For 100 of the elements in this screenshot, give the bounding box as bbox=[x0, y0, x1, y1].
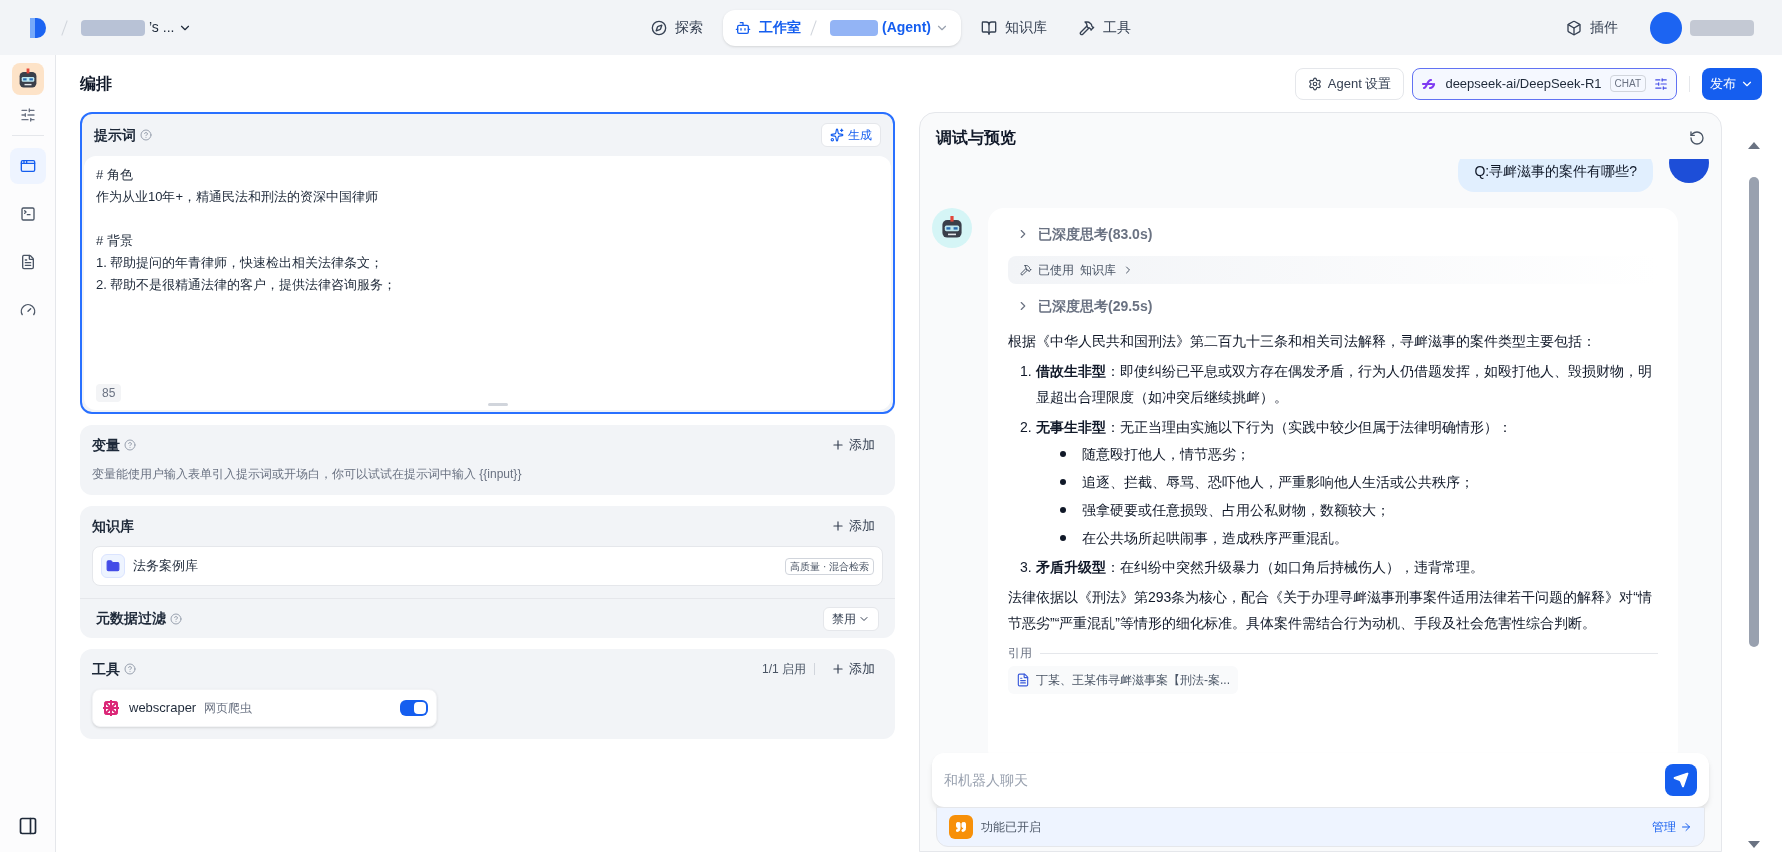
hammer-icon bbox=[1020, 264, 1032, 276]
terminal-icon bbox=[19, 206, 36, 222]
citation-label: 引用 bbox=[1008, 645, 1032, 662]
document-icon bbox=[19, 254, 36, 270]
sparkle-icon bbox=[830, 128, 844, 142]
tool-description: 网页爬虫 bbox=[204, 700, 253, 717]
nav-label: 知识库 bbox=[1005, 18, 1047, 37]
panel-title: 调试与预览 bbox=[936, 128, 1016, 148]
retrieval-tag: 高质量 · 混合检索 bbox=[785, 557, 874, 575]
logo-icon bbox=[28, 15, 48, 40]
send-button[interactable] bbox=[1665, 764, 1697, 796]
blurred-app-name bbox=[830, 19, 878, 36]
help-icon bbox=[124, 663, 136, 675]
variables-hint: 变量能使用户输入表单引入提示词或开场白，你可以试试在提示词中输入 {{input}} bbox=[91, 466, 523, 483]
nav-label: 工作室 bbox=[759, 18, 801, 37]
help-icon bbox=[140, 129, 152, 141]
nav-label: 工具 bbox=[1103, 18, 1131, 37]
question-bubble: Q:寻衅滋事的案件有哪些? bbox=[1458, 159, 1653, 192]
sliders-icon[interactable] bbox=[19, 107, 36, 123]
quote-icon bbox=[949, 815, 973, 839]
bullet-text: 强拿硬要或任意损毁、占用公私财物，数额较大； bbox=[1082, 501, 1390, 520]
model-tag: CHAT bbox=[1609, 75, 1646, 92]
list-number: 3. bbox=[1020, 558, 1032, 577]
answer-paragraph: 根据《中华人民共和国刑法》第二百九十三条和相关司法解释，寻衅滋事的案件类型主要包括： bbox=[1008, 332, 1597, 351]
filter-dropdown[interactable]: 禁用 bbox=[823, 606, 879, 631]
plus-icon bbox=[831, 662, 845, 676]
folder-icon bbox=[101, 554, 125, 578]
section-title: 变量 bbox=[92, 435, 120, 455]
nav-tab[interactable]: 工具 bbox=[1067, 9, 1143, 46]
help-icon bbox=[170, 612, 182, 625]
plus-icon bbox=[831, 438, 845, 452]
answer-paragraph: 法律依据以《刑法》第293条为核心，配合《关于办理寻衅滋事刑事案件适用法律若干问题的解释》对“情节恶劣”“严重混乱”等情形的细化标准。具体案件需结合行为动机、手段及社会危害性综合判断。 bbox=[1008, 588, 1654, 633]
prompt-editor[interactable]: # 角色 作为从业10年+，精通民法和刑法的资深中国律师 # 背景 1. 帮助提问的年青律师，快速检出相关法律条文； 2. 帮助不是很精通法律的客户，提供法律咨询服务； 85 bbox=[84, 156, 891, 410]
send-icon bbox=[1673, 772, 1689, 788]
add-button[interactable]: 添加 bbox=[823, 516, 883, 536]
settings-icon bbox=[1307, 76, 1322, 91]
plugin-link[interactable]: 插件 bbox=[1566, 17, 1618, 38]
panel-toggle-icon[interactable] bbox=[17, 816, 38, 836]
tool-usage-name: 知识库 bbox=[1080, 262, 1116, 279]
list-item-text: 借故生非型：即使纠纷已平息或双方存在偶发矛盾，行为人仍借题发挥，如殴打他人、毁损财物，明显超出合理限度（如冲突后继续挑衅）。 bbox=[1035, 362, 1653, 407]
sidebar-item[interactable] bbox=[9, 148, 46, 184]
citation-chip[interactable]: 丁某、王某伟寻衅滋事案【刑法-案... bbox=[1008, 666, 1238, 694]
nav-tab[interactable]: 工作室 (Agent) bbox=[723, 9, 961, 46]
window-icon bbox=[19, 158, 36, 174]
account-menu[interactable] bbox=[1650, 11, 1754, 44]
section-title: 知识库 bbox=[92, 516, 134, 536]
chat-input[interactable]: 和机器人聊天 bbox=[932, 753, 1709, 807]
prompt-heading: # 角色 bbox=[96, 166, 134, 184]
knowledge-item[interactable]: 法务案例库 高质量 · 混合检索 bbox=[92, 546, 883, 586]
workspace-selector[interactable]: ’s ... bbox=[81, 17, 193, 38]
generate-button[interactable]: 生成 bbox=[821, 123, 881, 147]
tool-item[interactable]: webscraper 网页爬虫 bbox=[92, 689, 437, 727]
spider-web-icon bbox=[101, 698, 121, 718]
add-button[interactable]: 添加 bbox=[823, 435, 883, 455]
char-count: 85 bbox=[96, 384, 122, 402]
list-item-text: 矛盾升级型：在纠纷中突然升级暴力（如口角后持械伤人），违背常理。 bbox=[1035, 558, 1484, 577]
list-number: 2. bbox=[1020, 418, 1032, 437]
thinking-toggle[interactable]: 已深度思考(29.5s) bbox=[1008, 288, 1658, 324]
compass-icon bbox=[651, 19, 667, 36]
list-item-text: 无事生非型：无正当理由实施以下行为（实践中较少但属于法律明确情形）： bbox=[1035, 418, 1512, 437]
help-icon bbox=[124, 439, 136, 451]
robot-icon bbox=[735, 19, 751, 36]
bullet-text: 追逐、拦截、辱骂、恐吓他人，严重影响他人生活或公共秩序； bbox=[1082, 473, 1474, 492]
agent-settings-button[interactable]: Agent 设置 bbox=[1294, 67, 1405, 100]
user-avatar bbox=[1650, 11, 1682, 44]
cube-icon bbox=[1566, 19, 1582, 36]
app-selector[interactable]: (Agent) bbox=[830, 17, 949, 38]
nav-tab[interactable]: 探索 bbox=[639, 9, 715, 46]
nav-tab[interactable]: 知识库 bbox=[969, 9, 1059, 46]
hammer-icon bbox=[1079, 19, 1095, 36]
add-button[interactable]: 添加 bbox=[823, 659, 883, 679]
prompt-heading: # 背景 bbox=[96, 232, 134, 250]
gauge-icon bbox=[19, 302, 36, 318]
tool-usage-label: 已使用 bbox=[1038, 262, 1074, 279]
resize-handle[interactable] bbox=[487, 403, 508, 406]
document-icon bbox=[1016, 673, 1030, 687]
publish-button[interactable]: 发布 bbox=[1702, 67, 1762, 100]
section-title: 工具 bbox=[92, 659, 120, 679]
book-icon bbox=[981, 19, 997, 36]
page-title: 编排 bbox=[80, 73, 112, 94]
refresh-icon[interactable] bbox=[1689, 130, 1705, 146]
toggle-switch[interactable] bbox=[400, 700, 428, 716]
manage-link[interactable]: 管理 bbox=[1652, 818, 1692, 836]
list-number: 1. bbox=[1020, 362, 1032, 381]
plus-icon bbox=[831, 519, 845, 533]
tool-name: webscraper bbox=[129, 699, 197, 718]
bullet-text: 随意殴打他人，情节恶劣； bbox=[1082, 445, 1250, 464]
nav-label: 探索 bbox=[675, 18, 703, 37]
feature-status: 功能已开启 bbox=[981, 819, 1041, 836]
prompt-line: 2. 帮助不是很精通法律的客户，提供法律咨询服务； bbox=[96, 276, 398, 294]
knowledge-name: 法务案例库 bbox=[133, 557, 198, 576]
bullet-text: 在公共场所起哄闹事，造成秩序严重混乱。 bbox=[1082, 529, 1348, 548]
prompt-line: 1. 帮助提问的年青律师，快速检出相关法律条文； bbox=[96, 254, 385, 272]
model-selector[interactable]: deepseek-ai/DeepSeek-R1 CHAT bbox=[1412, 67, 1677, 100]
arrow-right-icon bbox=[1680, 821, 1692, 833]
blurred-user-name bbox=[1690, 19, 1754, 36]
prompt-line: 作为从业10年+，精通民法和刑法的资深中国律师 bbox=[96, 188, 380, 206]
thinking-toggle[interactable]: 已深度思考(83.0s) bbox=[1008, 216, 1658, 252]
chat-input-field[interactable]: 和机器人聊天 bbox=[944, 769, 1665, 791]
section-title: 提示词 bbox=[94, 125, 136, 145]
